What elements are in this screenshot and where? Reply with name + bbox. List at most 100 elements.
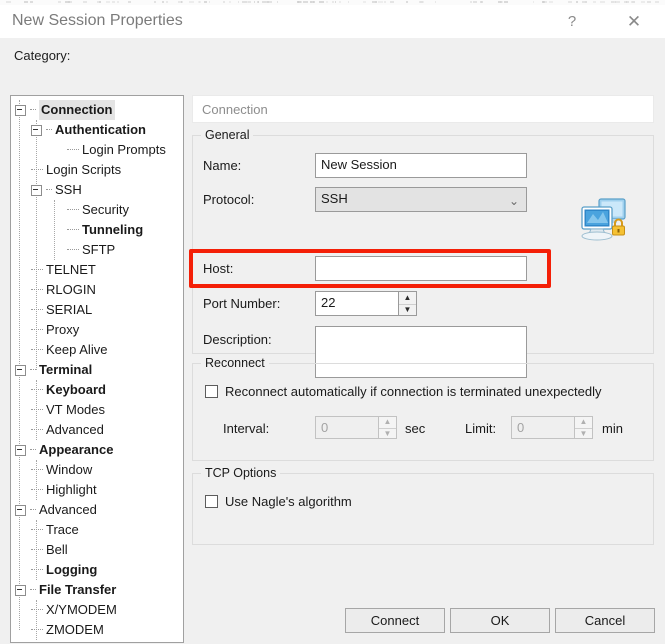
noise-fleck [641,1,645,3]
tree-item-label: Login Scripts [46,162,122,177]
interval-input[interactable]: 0 [315,416,379,439]
tree-connector [30,589,36,591]
tree-item-telnet[interactable]: TELNET [11,260,183,280]
tree-item-rlogin[interactable]: RLOGIN [11,280,183,300]
port-number-stepper[interactable]: 22 ▲ ▼ [315,291,417,316]
tree-connector [30,369,36,371]
noise-fleck [615,1,620,3]
tree-item-vt-modes[interactable]: VT Modes [11,400,183,420]
noise-fleck [473,1,477,3]
tree-item-trace[interactable]: Trace [11,520,183,540]
spin-down-icon[interactable]: ▼ [399,305,416,317]
category-tree-panel[interactable]: Connection Authentication Login Prompts Log… [10,95,184,643]
collapse-icon[interactable] [31,184,42,196]
tree-item-login-prompts[interactable]: Login Prompts [11,140,183,160]
spin-down-icon[interactable]: ▼ [379,429,396,440]
host-input[interactable] [315,256,527,281]
port-number-spin-buttons[interactable]: ▲ ▼ [399,291,417,316]
collapse-icon[interactable] [31,124,42,136]
general-group-title: General [201,128,254,142]
tree-item-terminal[interactable]: Terminal [11,360,183,380]
chevron-down-icon: ⌄ [508,194,519,208]
tree-item-sftp[interactable]: SFTP [11,240,183,260]
tree-item-label: Security [82,202,129,217]
tree-item-window[interactable]: Window [11,460,183,480]
close-icon[interactable]: ✕ [611,5,657,38]
tree-item-highlight[interactable]: Highlight [11,480,183,500]
protocol-select[interactable]: SSH ⌄ [315,187,527,212]
limit-stepper[interactable]: 0 ▲ ▼ [511,416,593,439]
tree-item-label: Bell [46,542,68,557]
tree-item-serial[interactable]: SERIAL [11,300,183,320]
interval-label: Interval: [223,421,270,436]
noise-fleck [254,1,255,3]
tree-connector [31,529,43,531]
tree-connector [46,129,52,131]
collapse-icon[interactable] [15,584,26,596]
cancel-button[interactable]: Cancel [555,608,655,633]
ok-button[interactable]: OK [450,608,550,633]
tree-item-keep-alive[interactable]: Keep Alive [11,340,183,360]
port-number-label: Port Number: [203,296,281,311]
collapse-icon[interactable] [15,364,26,376]
connect-button[interactable]: Connect [345,608,445,633]
nagle-checkbox-row[interactable]: Use Nagle's algorithm [205,494,352,509]
noise-fleck [154,1,156,3]
tree-item-label: Authentication [55,122,146,137]
tree-item-connection[interactable]: Connection [11,100,183,120]
description-label: Description: [203,332,272,347]
noise-fleck [326,1,328,3]
tree-item-keyboard[interactable]: Keyboard [11,380,183,400]
collapse-icon[interactable] [15,444,26,456]
help-icon[interactable]: ? [549,5,595,38]
tree-item-appearance[interactable]: Appearance [11,440,183,460]
limit-input[interactable]: 0 [511,416,575,439]
name-input[interactable]: New Session [315,153,527,178]
noise-fleck [204,1,207,3]
collapse-icon[interactable] [15,104,26,116]
noise-fleck [189,1,194,3]
spin-up-icon[interactable]: ▲ [399,292,416,305]
interval-spin-buttons[interactable]: ▲ ▼ [379,416,397,439]
noise-fleck [339,1,341,3]
noise-fleck [248,1,251,3]
tree-item-security[interactable]: Security [11,200,183,220]
tree-item-label: Advanced [39,502,97,517]
spin-up-icon[interactable]: ▲ [575,417,592,429]
tree-item-logging[interactable]: Logging [11,560,183,580]
category-tree[interactable]: Connection Authentication Login Prompts Log… [11,96,183,642]
noise-fleck [533,1,534,3]
tree-connector [30,509,36,511]
nagle-checkbox[interactable] [205,495,218,508]
tree-item-ssh[interactable]: SSH [11,180,183,200]
tree-item-proxy[interactable]: Proxy [11,320,183,340]
reconnect-auto-checkbox[interactable] [205,385,218,398]
noise-fleck [624,1,627,3]
tree-item-advanced[interactable]: Advanced [11,420,183,440]
secure-computer-icon [577,196,631,244]
interval-stepper[interactable]: 0 ▲ ▼ [315,416,397,439]
noise-fleck [655,1,659,3]
tree-connector [30,109,36,111]
tree-item-login-scripts[interactable]: Login Scripts [11,160,183,180]
noise-fleck [83,1,87,3]
host-label: Host: [203,261,234,276]
interval-unit-label: sec [405,421,426,436]
tree-item-authentication[interactable]: Authentication [11,120,183,140]
spin-up-icon[interactable]: ▲ [379,417,396,429]
limit-spin-buttons[interactable]: ▲ ▼ [575,416,593,439]
port-number-input[interactable]: 22 [315,291,399,316]
tree-item-label: File Transfer [39,582,117,597]
tree-connector [31,269,43,271]
tree-item-advanced[interactable]: Advanced [11,500,183,520]
reconnect-auto-checkbox-row[interactable]: Reconnect automatically if connection is… [205,384,602,399]
collapse-icon[interactable] [15,504,26,516]
tree-connector [31,549,43,551]
spin-down-icon[interactable]: ▼ [575,429,592,440]
noise-fleck [112,1,115,3]
tree-item-tunneling[interactable]: Tunneling [11,220,183,240]
tree-connector [31,569,43,571]
tree-item-bell[interactable]: Bell [11,540,183,560]
tree-item-file-transfer[interactable]: File Transfer [11,580,183,600]
tree-item-label: Terminal [39,362,93,377]
